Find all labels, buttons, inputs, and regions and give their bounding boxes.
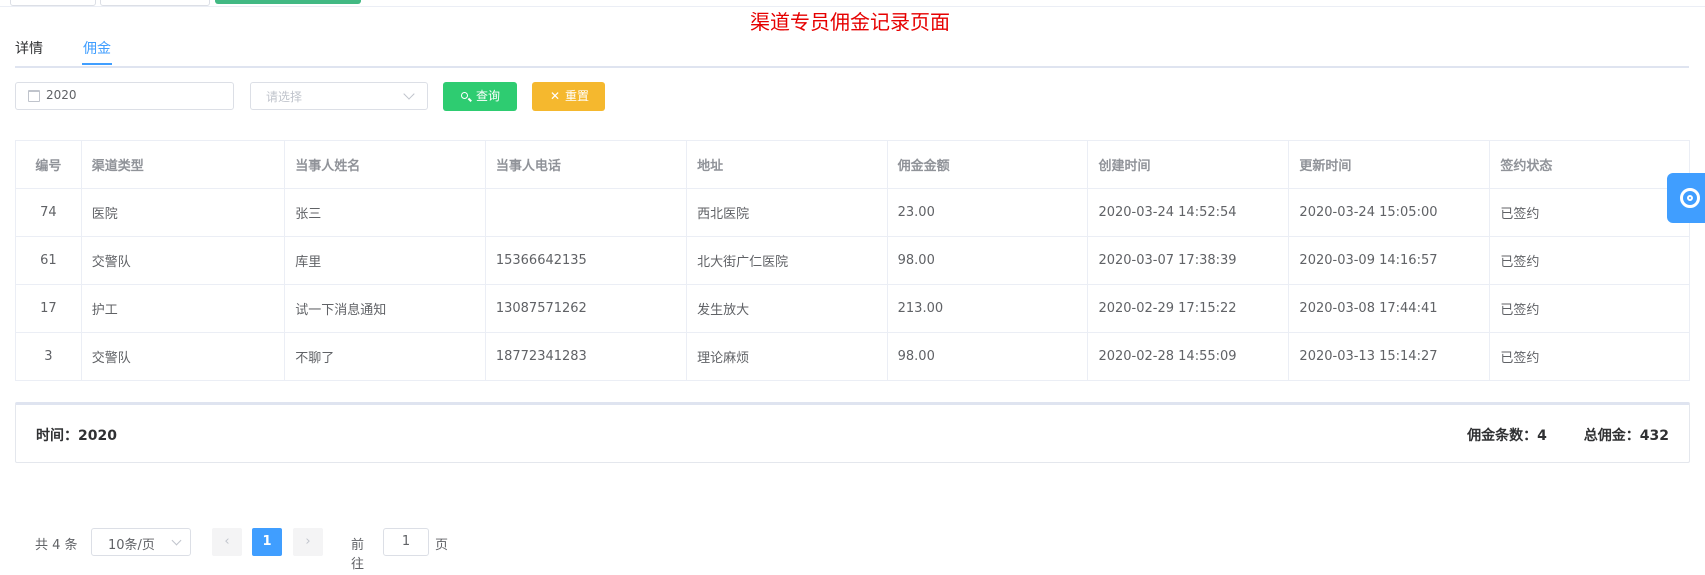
col-header-channel-type: 渠道类型: [80, 140, 286, 189]
cell-party-name: 张三: [284, 188, 486, 237]
page-size-select[interactable]: 10条/页: [91, 528, 191, 556]
cell-address: 发生放大: [686, 284, 888, 333]
table-row[interactable]: 61 交警队 库里 15366642135 北大街广仁医院 98.00 2020…: [15, 236, 1690, 285]
cell-party-name: 不聊了: [284, 332, 486, 381]
top-tab-1[interactable]: [10, 0, 96, 6]
cell-party-name: 试一下消息通知: [284, 284, 486, 333]
cell-updated-time: 2020-03-09 14:16:57: [1288, 236, 1491, 285]
search-button[interactable]: 查询: [443, 82, 517, 111]
cell-commission-amount: 23.00: [886, 188, 1089, 237]
cell-party-name: 库里: [284, 236, 486, 285]
col-header-updated-time: 更新时间: [1288, 140, 1491, 189]
cell-party-phone: [484, 188, 688, 237]
chevron-down-icon: [171, 535, 182, 546]
active-tab-indicator: [82, 63, 112, 65]
cell-commission-amount: 98.00: [886, 332, 1089, 381]
summary-count: 佣金条数：4: [1467, 428, 1547, 444]
channel-select[interactable]: 请选择: [250, 82, 428, 110]
top-tab-2[interactable]: [100, 0, 210, 6]
summary-totals: 佣金条数：4 总佣金：432: [1435, 425, 1669, 445]
cell-channel-type: 交警队: [80, 332, 286, 381]
summary-total-commission: 总佣金：432: [1583, 428, 1669, 444]
cell-sign-status: 已签约: [1489, 284, 1690, 333]
cell-party-phone: 13087571262: [484, 284, 688, 333]
close-icon: ✕: [550, 89, 561, 103]
cell-sign-status: 已签约: [1489, 332, 1690, 381]
cell-party-phone: 18772341283: [484, 332, 688, 381]
tab-detail[interactable]: 详情: [15, 38, 43, 58]
cell-created-time: 2020-02-29 17:15:22: [1087, 284, 1290, 333]
search-icon: [461, 92, 468, 99]
prev-page-button[interactable]: ‹: [212, 528, 242, 556]
cell-updated-time: 2020-03-08 17:44:41: [1288, 284, 1491, 333]
reset-button[interactable]: ✕ 重置: [532, 82, 605, 111]
select-placeholder: 请选择: [266, 90, 303, 104]
page-size-value: 10条/页: [108, 538, 155, 553]
cell-created-time: 2020-03-24 14:52:54: [1087, 188, 1290, 237]
cell-channel-type: 交警队: [80, 236, 286, 285]
year-picker[interactable]: 2020: [15, 82, 234, 110]
cell-commission-amount: 213.00: [886, 284, 1089, 333]
col-header-sign-status: 签约状态: [1489, 140, 1690, 189]
cell-sign-status: 已签约: [1489, 188, 1690, 237]
cell-created-time: 2020-02-28 14:55:09: [1087, 332, 1290, 381]
table-row[interactable]: 3 交警队 不聊了 18772341283 理论麻烦 98.00 2020-02…: [15, 332, 1690, 381]
col-header-address: 地址: [686, 140, 888, 189]
col-header-created-time: 创建时间: [1087, 140, 1290, 189]
summary-panel: 时间：2020 佣金条数：4 总佣金：432: [15, 402, 1690, 463]
cell-channel-type: 护工: [80, 284, 286, 333]
tab-bar: 详情 佣金: [15, 30, 1689, 68]
col-header-commission-amount: 佣金金额: [886, 140, 1089, 189]
calendar-icon: [28, 90, 40, 102]
table-row[interactable]: 74 医院 张三 西北医院 23.00 2020-03-24 14:52:54 …: [15, 188, 1690, 237]
page-word: 页: [435, 538, 449, 553]
commission-table: 编号 渠道类型 当事人姓名 当事人电话 地址 佣金金额 创建时间 更新时间 签约…: [15, 140, 1690, 381]
chevron-down-icon: [403, 88, 415, 100]
search-button-label: 查询: [476, 89, 501, 103]
tab-commission[interactable]: 佣金: [83, 38, 111, 58]
summary-time: 时间：2020: [36, 428, 117, 444]
top-tab-active[interactable]: [215, 0, 361, 4]
year-value: 2020: [46, 88, 77, 102]
goto-page-input[interactable]: 1: [383, 528, 429, 556]
table-header-row: 编号 渠道类型 当事人姓名 当事人电话 地址 佣金金额 创建时间 更新时间 签约…: [15, 140, 1690, 189]
cell-sign-status: 已签约: [1489, 236, 1690, 285]
cell-id: 17: [15, 284, 82, 333]
cell-address: 北大街广仁医院: [686, 236, 888, 285]
cell-created-time: 2020-03-07 17:38:39: [1087, 236, 1290, 285]
cell-id: 74: [15, 188, 82, 237]
cell-id: 61: [15, 236, 82, 285]
next-page-button[interactable]: ›: [293, 528, 323, 556]
settings-button[interactable]: [1667, 173, 1705, 223]
page-number-current[interactable]: 1: [252, 528, 282, 556]
cell-address: 西北医院: [686, 188, 888, 237]
cell-updated-time: 2020-03-13 15:14:27: [1288, 332, 1491, 381]
cell-address: 理论麻烦: [686, 332, 888, 381]
goto-label: 前往: [351, 538, 365, 572]
cell-updated-time: 2020-03-24 15:05:00: [1288, 188, 1491, 237]
col-header-party-name: 当事人姓名: [284, 140, 486, 189]
gear-icon: [1680, 188, 1700, 208]
cell-id: 3: [15, 332, 82, 381]
cell-party-phone: 15366642135: [484, 236, 688, 285]
pagination-total: 共 4 条: [35, 538, 78, 553]
col-header-party-phone: 当事人电话: [484, 140, 688, 189]
cell-commission-amount: 98.00: [886, 236, 1089, 285]
cell-channel-type: 医院: [80, 188, 286, 237]
reset-button-label: 重置: [565, 89, 590, 103]
table-row[interactable]: 17 护工 试一下消息通知 13087571262 发生放大 213.00 20…: [15, 284, 1690, 333]
col-header-id: 编号: [15, 140, 82, 189]
